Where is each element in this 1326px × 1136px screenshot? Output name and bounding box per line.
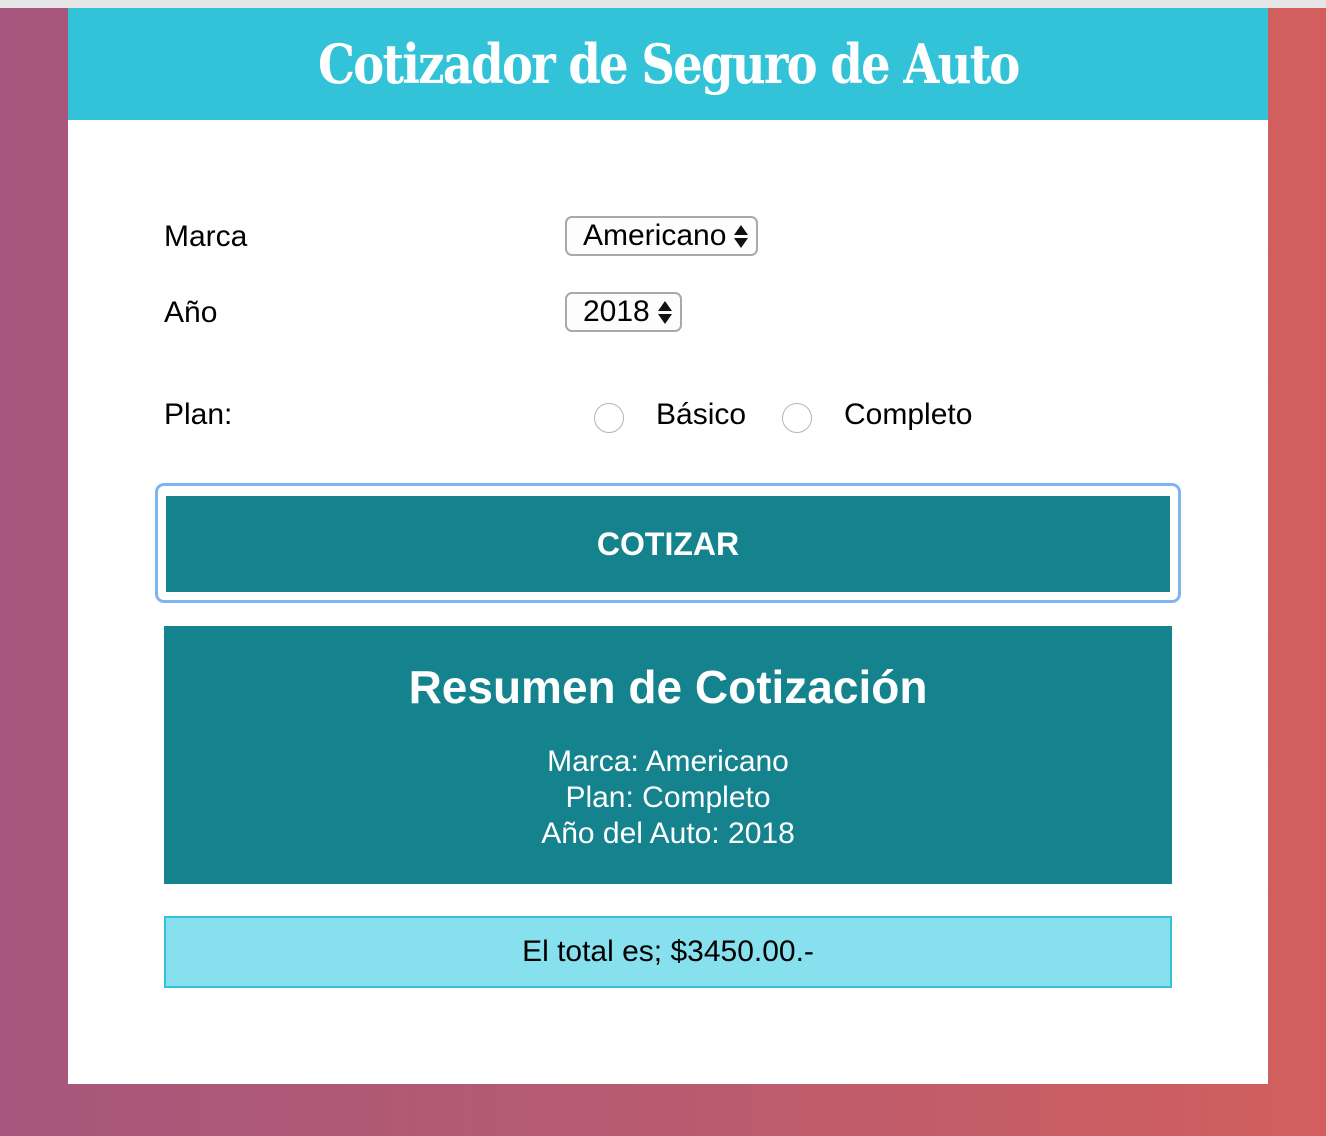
quote-summary: Resumen de Cotización Marca: Americano P… [164, 626, 1172, 884]
marca-select[interactable]: Americano [565, 216, 759, 256]
summary-marca: Marca: Americano [547, 745, 789, 778]
browser-top-edge [0, 0, 1326, 8]
plan-completo-label: Completo [844, 398, 973, 431]
page-title: Cotizador de Seguro de Auto [317, 32, 1020, 96]
summary-title: Resumen de Cotización [408, 661, 928, 713]
plan-label: Plan: [164, 398, 233, 431]
anio-label: Año [164, 296, 218, 329]
plan-completo-radio[interactable] [782, 403, 812, 433]
cotizar-button[interactable]: COTIZAR [164, 494, 1172, 594]
plan-basico-radio[interactable] [594, 403, 624, 433]
select-arrows-icon [657, 300, 672, 324]
anio-select[interactable]: 2018 [565, 292, 682, 332]
plan-basico-label: Básico [656, 398, 747, 431]
quote-container: Cotizador de Seguro de Auto Marca Americ… [68, 8, 1268, 1084]
select-arrows-icon [734, 224, 749, 248]
page-header: Cotizador de Seguro de Auto [68, 8, 1268, 120]
summary-anio: Año del Auto: 2018 [541, 817, 795, 850]
marca-select-value: Americano [583, 219, 727, 252]
total-result: El total es; $3450.00.- [164, 916, 1172, 988]
marca-label: Marca [164, 220, 248, 253]
anio-select-value: 2018 [583, 295, 650, 328]
summary-plan: Plan: Completo [565, 781, 771, 814]
